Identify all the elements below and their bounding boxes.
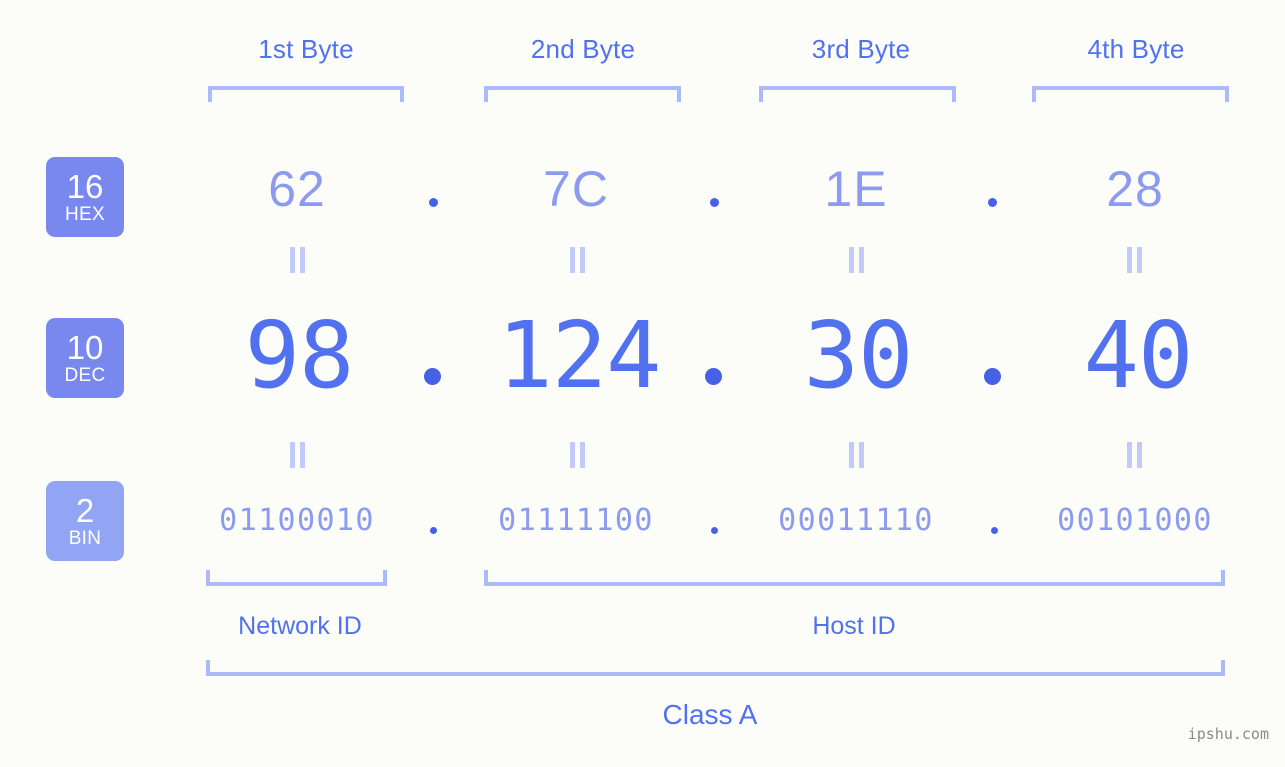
bin-octet-3: 00011110 bbox=[778, 503, 934, 538]
base-badge-dec-number: 10 bbox=[66, 329, 104, 366]
bin-octet-2: 01111100 bbox=[498, 503, 654, 538]
base-badge-dec-abbr: DEC bbox=[64, 365, 106, 386]
byte-header-1: 1st Byte bbox=[258, 34, 354, 64]
byte-header-3: 3rd Byte bbox=[811, 34, 911, 64]
hex-octet-4: 28 bbox=[1106, 161, 1164, 217]
dec-separator-dot-3 bbox=[984, 368, 1001, 385]
bin-octet-1: 01100010 bbox=[219, 503, 375, 538]
hex-separator-dot-2 bbox=[710, 198, 719, 207]
equals-mark-dec-bin-2 bbox=[569, 442, 587, 468]
dec-separator-dot-2 bbox=[705, 368, 722, 385]
base-badge-hex-abbr: HEX bbox=[65, 204, 105, 225]
equals-mark-hex-dec-1 bbox=[289, 247, 307, 273]
dec-octet-1: 98 bbox=[244, 302, 355, 409]
dec-octet-4: 40 bbox=[1083, 302, 1194, 409]
dec-separator-dot-1 bbox=[424, 368, 441, 385]
base-badge-dec: 10 DEC bbox=[46, 318, 124, 398]
ip-address-breakdown-diagram: 1st Byte 2nd Byte 3rd Byte 4th Byte 16 H… bbox=[0, 0, 1285, 767]
base-badge-bin-number: 2 bbox=[75, 492, 95, 529]
bin-separator-dot-1 bbox=[430, 527, 437, 534]
bin-octet-4: 00101000 bbox=[1057, 503, 1213, 538]
base-badge-hex-number: 16 bbox=[66, 168, 104, 205]
equals-mark-dec-bin-3 bbox=[848, 442, 866, 468]
equals-mark-dec-bin-1 bbox=[289, 442, 307, 468]
equals-mark-hex-dec-4 bbox=[1126, 247, 1144, 273]
base-badge-bin: 2 BIN bbox=[46, 481, 124, 561]
base-badge-bin-abbr: BIN bbox=[68, 528, 102, 549]
hex-separator-dot-3 bbox=[988, 198, 997, 207]
hex-octet-3: 1E bbox=[824, 161, 888, 217]
host-id-label: Host ID bbox=[812, 612, 896, 640]
class-label: Class A bbox=[662, 699, 758, 730]
byte-header-4: 4th Byte bbox=[1087, 34, 1185, 64]
hex-separator-dot-1 bbox=[429, 198, 438, 207]
byte-bracket-3 bbox=[759, 86, 956, 102]
equals-mark-hex-dec-3 bbox=[848, 247, 866, 273]
network-id-bracket bbox=[206, 570, 387, 586]
equals-mark-hex-dec-2 bbox=[569, 247, 587, 273]
hex-octet-1: 62 bbox=[268, 161, 326, 217]
host-id-bracket bbox=[484, 570, 1225, 586]
equals-mark-dec-bin-4 bbox=[1126, 442, 1144, 468]
byte-bracket-1 bbox=[208, 86, 404, 102]
network-id-label: Network ID bbox=[238, 612, 362, 640]
class-bracket bbox=[206, 660, 1225, 676]
hex-octet-2: 7C bbox=[543, 161, 609, 217]
base-badge-hex: 16 HEX bbox=[46, 157, 124, 237]
byte-header-2: 2nd Byte bbox=[530, 34, 636, 64]
dec-octet-3: 30 bbox=[803, 302, 914, 409]
bin-separator-dot-3 bbox=[991, 527, 998, 534]
byte-bracket-2 bbox=[484, 86, 681, 102]
site-watermark: ipshu.com bbox=[1187, 725, 1269, 743]
bin-separator-dot-2 bbox=[711, 527, 718, 534]
byte-bracket-4 bbox=[1032, 86, 1229, 102]
dec-octet-2: 124 bbox=[497, 302, 661, 409]
